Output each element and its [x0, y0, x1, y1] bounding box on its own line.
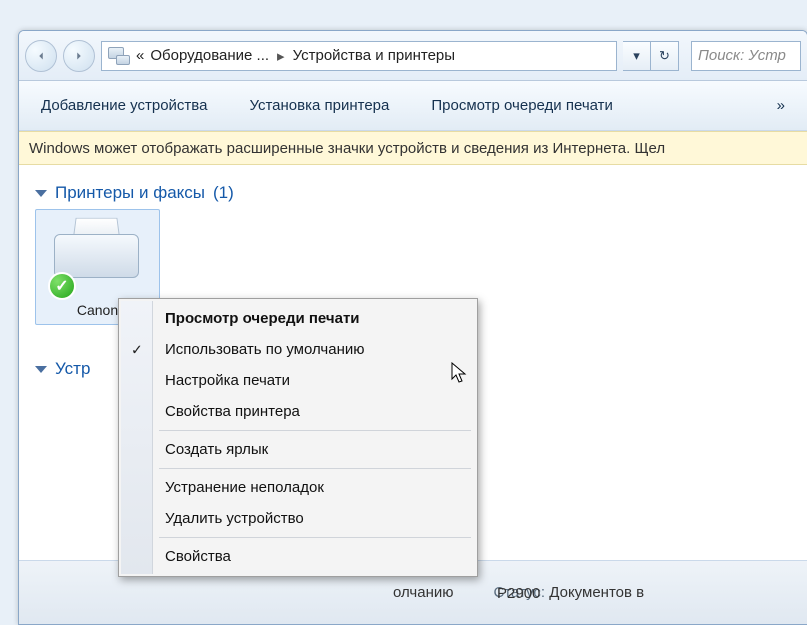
context-menu-separator [159, 430, 471, 431]
context-menu-separator [159, 468, 471, 469]
arrow-left-icon [34, 49, 48, 63]
default-check-badge-icon: ✓ [48, 272, 76, 300]
toolbar-overflow-button[interactable]: » [771, 97, 791, 114]
address-side-buttons: ▾ ↻ [623, 41, 679, 71]
group-printers-label: Принтеры и факсы [55, 183, 205, 203]
details-default-fragment: олчанию [393, 584, 454, 601]
toolbar-add-device[interactable]: Добавление устройства [35, 93, 213, 118]
group-devices-label: Устр [55, 359, 90, 379]
cm-print-settings[interactable]: Настройка печати [121, 365, 475, 396]
toolbar-view-queue[interactable]: Просмотр очереди печати [425, 93, 619, 118]
details-status-value: Документов в [549, 584, 644, 601]
chevron-right-icon[interactable]: ▸ [275, 47, 287, 65]
info-bar[interactable]: Windows может отображать расширенные зна… [19, 131, 807, 165]
titlebar: « Оборудование ... ▸ Устройства и принте… [19, 31, 807, 81]
cm-properties-label: Свойства [165, 548, 231, 565]
address-dropdown-button[interactable]: ▾ [623, 41, 651, 71]
checkmark-icon: ✓ [131, 341, 143, 358]
disclosure-triangle-icon [35, 190, 47, 197]
details-model-fragment: P2900 [497, 585, 540, 602]
cm-view-queue-label: Просмотр очереди печати [165, 310, 360, 327]
cm-remove-label: Удалить устройство [165, 510, 304, 527]
disclosure-triangle-icon [35, 366, 47, 373]
cm-printer-props[interactable]: Свойства принтера [121, 396, 475, 427]
cm-troubleshoot[interactable]: Устранение неполадок [121, 472, 475, 503]
printer-icon: ✓ [50, 216, 145, 296]
toolbar-install-printer[interactable]: Установка принтера [243, 93, 395, 118]
cm-set-default-label: Использовать по умолчанию [165, 341, 364, 358]
search-input[interactable]: Поиск: Устр [691, 41, 801, 71]
search-placeholder: Поиск: Устр [698, 47, 786, 64]
info-bar-text: Windows может отображать расширенные зна… [29, 140, 665, 157]
context-menu: Просмотр очереди печати ✓ Использовать п… [118, 298, 478, 577]
breadcrumb-2[interactable]: Устройства и принтеры [293, 47, 455, 64]
group-printers-header[interactable]: Принтеры и факсы (1) [35, 177, 791, 209]
nav-back-button[interactable] [25, 40, 57, 72]
devices-icon [108, 47, 130, 65]
context-menu-separator [159, 537, 471, 538]
refresh-button[interactable]: ↻ [651, 41, 679, 71]
breadcrumb-prefix: « [136, 47, 144, 64]
cm-remove[interactable]: Удалить устройство [121, 503, 475, 534]
cm-view-queue[interactable]: Просмотр очереди печати [121, 303, 475, 334]
cm-create-shortcut-label: Создать ярлык [165, 441, 268, 458]
refresh-icon: ↻ [659, 48, 670, 64]
cm-printer-props-label: Свойства принтера [165, 403, 300, 420]
breadcrumb-1[interactable]: Оборудование ... [150, 47, 269, 64]
group-printers-count: (1) [213, 183, 234, 203]
cm-create-shortcut[interactable]: Создать ярлык [121, 434, 475, 465]
cm-properties[interactable]: Свойства [121, 541, 475, 572]
cm-set-default[interactable]: ✓ Использовать по умолчанию [121, 334, 475, 365]
cm-troubleshoot-label: Устранение неполадок [165, 479, 324, 496]
toolbar: Добавление устройства Установка принтера… [19, 81, 807, 131]
arrow-right-icon [72, 49, 86, 63]
address-bar[interactable]: « Оборудование ... ▸ Устройства и принте… [101, 41, 617, 71]
chevron-down-icon: ▾ [633, 48, 640, 64]
cm-print-settings-label: Настройка печати [165, 372, 290, 389]
nav-forward-button[interactable] [63, 40, 95, 72]
